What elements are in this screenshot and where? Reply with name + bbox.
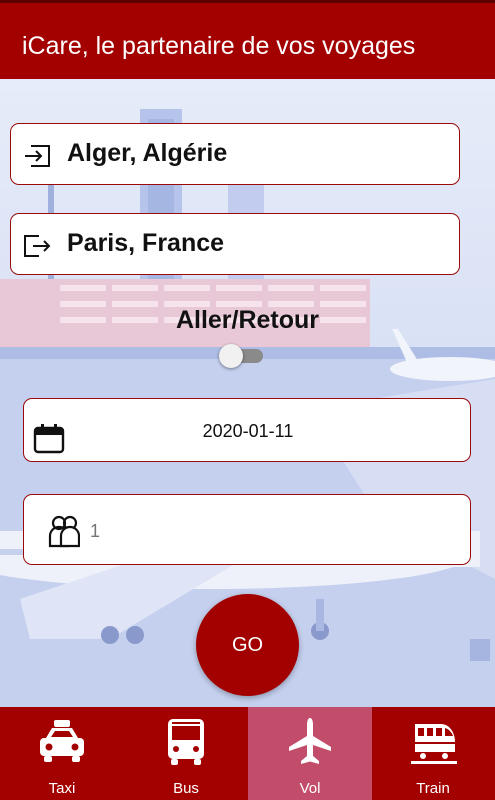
nav-label-bus: Bus [173,780,199,797]
passengers-field[interactable] [23,494,471,565]
date-value: 2020-01-11 [202,421,294,441]
trip-type-label: Aller/Retour [175,306,320,334]
destination-value: Paris, France [67,229,225,257]
login-arrow-icon [25,145,50,167]
taxi-icon [40,720,84,762]
toggle-knob [219,344,243,368]
nav-label-taxi: Taxi [48,780,76,797]
go-button[interactable]: GO [196,594,299,696]
app-bar: iCare, le partenaire de vos voyages [0,0,495,79]
origin-value: Alger, Algérie [67,139,228,167]
nav-label-vol: Vol [299,780,321,797]
nav-label-train: Train [416,780,450,797]
logout-arrow-icon [24,235,51,257]
people-icon [48,515,80,548]
bottom-navigation: Taxi Bus Vol Train [0,707,495,800]
date-field[interactable]: 2020-01-11 [23,398,471,462]
nav-item-taxi[interactable]: Taxi [0,707,124,800]
train-icon [411,724,457,764]
airplane-icon [289,718,331,764]
origin-field[interactable]: Alger, Algérie [10,123,460,185]
nav-item-train[interactable]: Train [371,707,495,800]
nav-item-vol[interactable]: Vol [248,707,372,800]
destination-field[interactable]: Paris, France [10,213,460,275]
passengers-input[interactable] [90,521,390,542]
app-title: iCare, le partenaire de vos voyages [22,32,416,60]
bus-icon [168,719,204,765]
nav-item-bus[interactable]: Bus [124,707,248,800]
round-trip-toggle[interactable] [219,344,267,368]
